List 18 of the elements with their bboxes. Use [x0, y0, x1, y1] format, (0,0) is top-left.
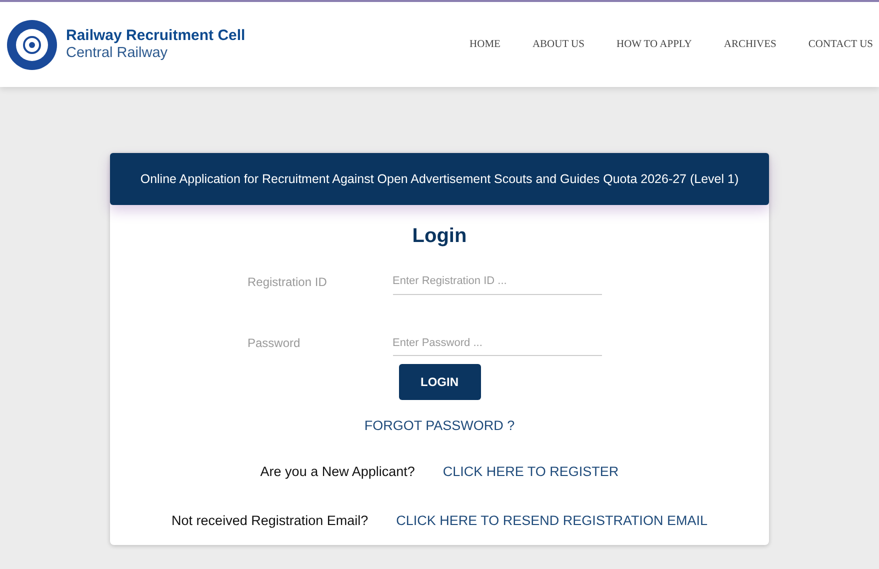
prompt-text: Not received Registration Email? — [172, 512, 368, 530]
forgot-password-link[interactable]: FORGOT PASSWORD ? — [364, 416, 515, 436]
nav-link[interactable]: HOW TO APPLY — [616, 36, 692, 52]
prompt-text: Are you a New Applicant? — [260, 463, 415, 482]
text-link[interactable]: CLICK HERE TO REGISTER — [442, 462, 619, 482]
nav-link[interactable]: HOME — [470, 36, 500, 52]
nav-link[interactable]: ARCHIVES — [724, 36, 776, 52]
site-title: Railway Recruitment Cell — [66, 26, 246, 45]
form-banner: Online Application for Recruitment Against Open Advertisement Scouts and Guides Quota 2026-27 (Level 1) — [110, 153, 769, 205]
nav-link[interactable]: CONTACT US — [808, 36, 873, 52]
logo-icon — [6, 18, 58, 70]
site-subtitle: Central Railway — [66, 44, 169, 62]
login-button[interactable]: LOGIN — [398, 364, 480, 400]
text-link[interactable]: CLICK HERE TO RESEND REGISTRATION EMAIL — [396, 510, 708, 531]
field-label: Password — [248, 335, 302, 352]
nav-link[interactable]: ABOUT US — [532, 36, 584, 52]
field-label: Registration ID — [248, 274, 328, 291]
login-title: Login — [412, 224, 467, 249]
